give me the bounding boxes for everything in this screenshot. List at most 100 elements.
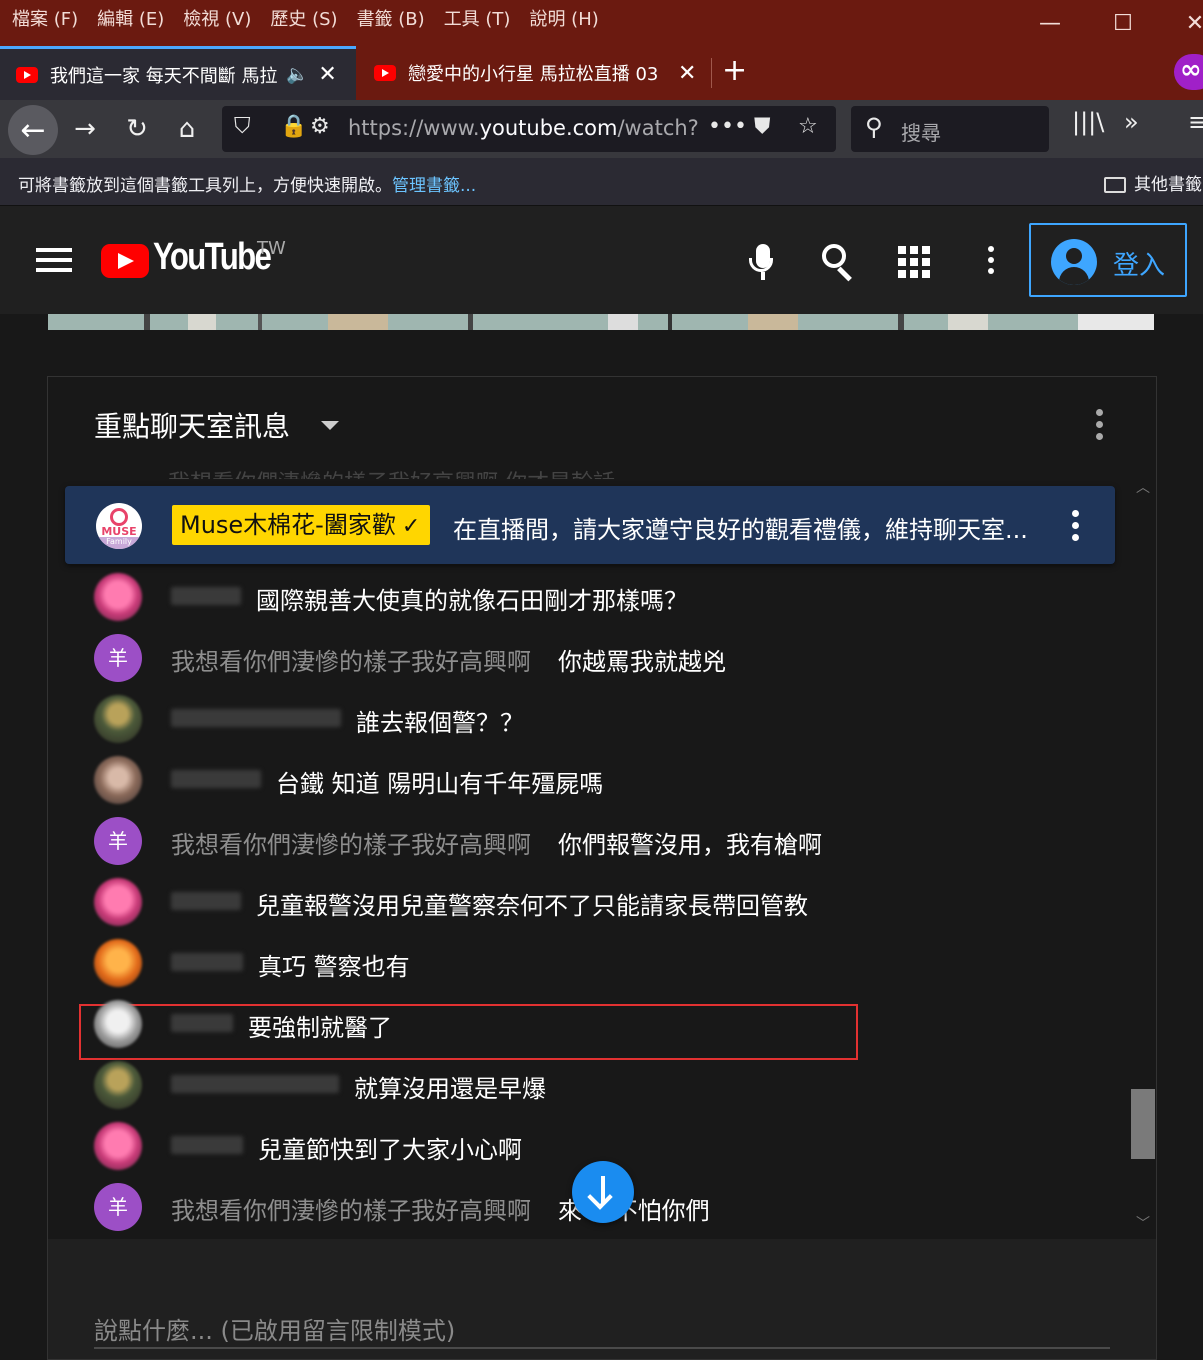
author-avatar[interactable] [94,1000,142,1048]
message-text: 國際親善大使真的就像石田剛才那樣嗎？ [256,587,688,615]
author-avatar[interactable] [94,878,142,926]
author-name[interactable]: 我想看你們淒慘的樣子我好高興啊 [171,1191,531,1226]
youtube-favicon-icon [374,65,396,81]
verified-check-icon: ✓ [401,514,421,539]
author-avatar[interactable] [94,695,142,743]
scroll-down-icon[interactable]: ﹀ [1136,1213,1150,1233]
scroll-up-icon[interactable]: ︿ [1136,477,1150,497]
menu-edit[interactable]: 編輯 (E) [97,5,164,31]
message-text: 兒童報警沒用兒童警察奈何不了只能請家長帶回管教 [256,892,808,920]
author-avatar[interactable]: 羊 [94,1183,142,1231]
author-avatar[interactable]: 羊 [94,817,142,865]
minimize-button[interactable]: — [1015,0,1085,46]
chat-scrollbar[interactable]: ︿ ﹀ [1131,469,1157,1239]
chat-message[interactable]: 台鐵 知道 陽明山有千年殭屍嗎 [48,750,1128,810]
nav-bar: ← → ↻ ⌂ ⛉ 🔒 ⚙ https://www.youtube.com/wa… [0,100,1203,158]
youtube-wordmark[interactable]: YouTube [153,236,272,279]
reload-icon[interactable]: ↻ [114,106,160,152]
url-bar[interactable]: ⛉ 🔒 ⚙ https://www.youtube.com/watch? •••… [222,106,836,152]
author-avatar[interactable] [94,939,142,987]
folder-icon [1104,177,1126,193]
bookmark-star-icon[interactable]: ☆ [798,114,818,139]
close-tab-icon[interactable]: ✕ [678,61,696,86]
author-name-redacted [171,1075,339,1093]
chat-message[interactable]: 就算沒用還是早爆 [48,1055,1128,1115]
youtube-favicon-icon [16,66,38,83]
shield-icon[interactable]: ⛉ [234,114,251,139]
manage-bookmarks-link[interactable]: 管理書籤... [392,176,476,196]
pinned-message[interactable]: MUSE Family Muse木棉花-闔家歡 ✓ 在直播間，請大家遵守良好的觀看… [65,486,1115,564]
back-arrow-icon[interactable]: ← [8,105,58,155]
tab-1[interactable]: 我們這一家 每天不間斷 馬拉 🔈 ✕ [0,46,356,100]
settings-kebab-icon[interactable] [971,242,1011,282]
chat-message[interactable]: 真巧 警察也有 [48,933,1128,993]
menu-tools[interactable]: 工具 (T) [444,5,511,31]
speaker-icon[interactable]: 🔈 [286,64,308,85]
live-chat-panel: 重點聊天室訊息 我想看你們淒慘的樣子我好高興啊 你才是幹話 MUSE Famil… [47,376,1157,1360]
menu-help[interactable]: 說明 (H) [529,5,598,31]
overflow-chevron-icon[interactable]: » [1124,108,1139,136]
search-icon[interactable] [820,242,860,282]
menu-history[interactable]: 歷史 (S) [270,5,337,31]
author-name[interactable]: 我想看你們淒慘的樣子我好高興啊 [171,642,531,677]
chat-message[interactable]: 要強制就醫了 [48,994,1128,1054]
bookmarks-hint: 可將書籤放到這個書籤工具列上，方便快速開啟。管理書籤... [18,176,477,196]
author-avatar[interactable]: 羊 [94,634,142,682]
video-player-edge[interactable] [48,314,1154,330]
pocket-icon[interactable]: ⛊ [754,114,771,139]
message-text: 誰去報個警？？ [356,709,524,737]
forward-arrow-icon[interactable]: → [62,106,108,152]
lock-icon[interactable]: 🔒 [280,114,307,139]
chat-message[interactable]: 羊我想看你們淒慘的樣子我好高興啊 你越罵我就越兇 [48,628,1128,688]
author-avatar[interactable] [94,756,142,804]
pinned-menu-kebab-icon[interactable] [1072,510,1079,546]
permissions-icon[interactable]: ⚙ [310,114,330,139]
menu-view[interactable]: 檢視 (V) [183,5,251,31]
menu-bookmarks[interactable]: 書籤 (B) [357,5,425,31]
message-text: 兒童節快到了大家小心啊 [258,1136,522,1164]
author-avatar[interactable] [94,573,142,621]
search-input[interactable]: ⚲ 搜尋 [851,106,1049,152]
author-avatar[interactable] [94,1061,142,1109]
other-bookmarks[interactable]: 其他書籤 [1104,170,1202,195]
author-name-redacted [171,1136,243,1154]
page-actions-icon[interactable]: ••• [708,114,747,139]
chat-input[interactable]: 說點什麼... (已啟用留言限制模式) [94,1311,455,1346]
apps-grid-icon[interactable] [894,242,934,282]
youtube-logo-icon[interactable] [101,244,149,278]
scroll-thumb[interactable] [1131,1089,1155,1159]
chat-mode-title[interactable]: 重點聊天室訊息 [94,405,290,445]
author-avatar[interactable] [94,1122,142,1170]
close-tab-icon[interactable]: ✕ [318,62,336,87]
owner-author-badge[interactable]: Muse木棉花-闔家歡 ✓ [172,505,431,545]
tab-title: 戀愛中的小行星 馬拉松直播 03 [408,64,659,85]
menu-file[interactable]: 檔案 (F) [12,5,78,31]
chat-message[interactable]: 誰去報個警？？ [48,689,1128,749]
hamburger-menu-icon[interactable]: ≡ [1188,108,1203,136]
sign-in-button[interactable]: 登入 [1029,223,1187,297]
home-icon[interactable]: ⌂ [164,106,210,152]
new-tab-button[interactable]: + [722,54,747,88]
scroll-to-bottom-button[interactable] [572,1161,634,1223]
author-name-redacted [171,587,241,605]
close-window-button[interactable]: ✕ [1160,0,1203,46]
message-text: 要強制就醫了 [248,1014,392,1042]
pinned-message-text: 在直播間，請大家遵守良好的觀看禮儀，維持聊天室... [453,516,1028,544]
chat-menu-kebab-icon[interactable] [1096,409,1103,445]
chat-message[interactable]: 兒童報警沒用兒童警察奈何不了只能請家長帶回管教 [48,872,1128,932]
maximize-button[interactable]: ☐ [1088,0,1158,46]
message-text: 台鐵 知道 陽明山有千年殭屍嗎 [276,770,604,798]
author-name[interactable]: 我想看你們淒慘的樣子我好高興啊 [171,825,531,860]
url-text[interactable]: https://www.youtube.com/watch? [348,116,699,140]
dropdown-caret-icon[interactable] [321,421,339,430]
guide-menu-icon[interactable] [36,248,72,272]
muse-swirl-icon [110,508,128,526]
tab-2[interactable]: 戀愛中的小行星 馬拉松直播 03 ✕ [358,46,703,100]
chat-message[interactable]: 羊我想看你們淒慘的樣子我好高興啊 你們報警沒用，我有槍啊 [48,811,1128,871]
chat-message[interactable]: 國際親善大使真的就像石田剛才那樣嗎？ [48,567,1128,627]
search-icon: ⚲ [865,113,883,141]
microphone-icon[interactable] [743,242,783,282]
library-icon[interactable]: |||\ [1072,108,1104,136]
account-circle-icon [1051,239,1097,285]
extension-icon[interactable] [1174,54,1203,90]
